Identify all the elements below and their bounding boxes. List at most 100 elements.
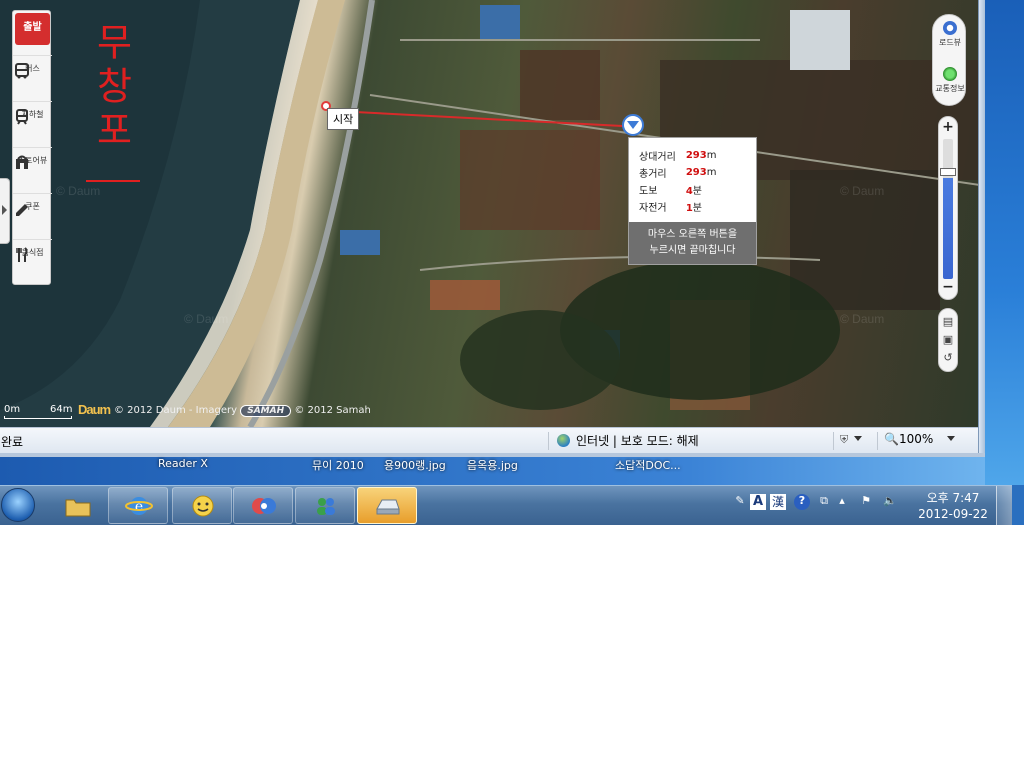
taskbar-active-app[interactable] xyxy=(357,487,417,524)
desktop-icon-label[interactable]: 뮤이 2010 xyxy=(312,457,364,473)
ime-pen-icon[interactable]: ✎ xyxy=(732,494,748,510)
desktop-icon-label[interactable]: 소답적DOC... xyxy=(615,457,681,473)
taskbar-internet-explorer[interactable]: e xyxy=(108,487,168,524)
toolbar-subway[interactable]: 지하철 xyxy=(13,101,52,147)
security-zone[interactable]: 인터넷 | 보호 모드: 해제 xyxy=(548,432,699,450)
taskbar: e ✎ A 漢 ? ⧉ ▴ ⚑ 🔈 오후 7:47 2012-09-22 xyxy=(0,485,1012,525)
taskbar-messenger-1[interactable] xyxy=(172,487,232,524)
bus-icon xyxy=(15,63,29,79)
desktop-icon-label[interactable]: 용900랭.jpg xyxy=(384,457,446,473)
taskbar-clock[interactable]: 오후 7:47 2012-09-22 xyxy=(914,490,992,522)
toolbar-storeview[interactable]: 스토어뷰 xyxy=(13,147,52,193)
desktop-icons-row: Reader X 뮤이 2010 용900랭.jpg 음옥용.jpg 소답적DO… xyxy=(0,457,985,485)
coupon-icon xyxy=(16,204,28,216)
panel-toggle-handle[interactable] xyxy=(0,178,10,244)
chat-icon xyxy=(252,498,276,514)
pin-arrow-icon xyxy=(627,121,639,129)
zoom-in-button[interactable]: + xyxy=(941,120,955,135)
ie-icon: e xyxy=(125,497,153,515)
distance-label: 자전거 xyxy=(639,203,667,214)
show-desktop-button[interactable] xyxy=(996,486,1012,525)
desktop-screen: © Daum © Daum © Daum © Daum 무창포 출발 버스 지하… xyxy=(0,0,1024,525)
desktop-icon-label[interactable]: 음옥용.jpg xyxy=(467,457,518,473)
globe-icon xyxy=(557,434,570,447)
start-flag-button[interactable]: 출발 xyxy=(15,13,50,45)
scale-end: 64m xyxy=(50,404,73,415)
toolbar-bus[interactable]: 버스 xyxy=(13,55,52,101)
distance-value: 293m xyxy=(685,150,717,161)
samah-logo: SAMAH xyxy=(240,405,292,417)
map-layer-controls: 로드뷰 교통정보 xyxy=(932,14,966,106)
zoom-control: + − xyxy=(938,116,958,300)
roadview-button[interactable]: 로드뷰 xyxy=(933,21,967,48)
taskbar-messenger-2[interactable] xyxy=(233,487,293,524)
map-scale: 0m 64m xyxy=(4,404,72,415)
undo-icon[interactable]: ↺ xyxy=(941,351,955,364)
ime-hanja[interactable]: 漢 xyxy=(770,494,786,510)
map-tools: ▤ ▣ ↺ xyxy=(938,308,958,372)
map-imagery xyxy=(0,0,978,427)
ime-mode-a[interactable]: A xyxy=(750,494,766,510)
desktop-icon-label[interactable]: Reader X xyxy=(158,457,208,470)
distance-row: 도보 4분 xyxy=(639,181,726,198)
desktop-background xyxy=(985,0,1024,485)
daum-logo: Daum xyxy=(78,402,111,417)
distance-label: 총거리 xyxy=(639,169,667,180)
zone-label: 인터넷 | 보호 모드: 해제 xyxy=(576,434,699,448)
magnifier-icon: 🔍 xyxy=(884,432,899,446)
ruler-icon[interactable]: ▤ xyxy=(941,315,955,328)
windows-start-button[interactable] xyxy=(1,488,35,522)
distance-value: 4분 xyxy=(685,186,702,197)
distance-value: 1분 xyxy=(685,203,702,214)
window-frame-right xyxy=(978,0,985,457)
shield-icon: ⛨ xyxy=(840,433,849,446)
status-text: 완료 xyxy=(1,435,24,449)
traffic-icon xyxy=(943,67,957,81)
distance-label: 도보 xyxy=(639,186,658,197)
security-status[interactable]: ⛨ xyxy=(833,432,875,450)
satellite-map[interactable]: © Daum © Daum © Daum © Daum 무창포 출발 버스 지하… xyxy=(0,0,978,427)
browser-status-bar: 완료 인터넷 | 보호 모드: 해제 ⛨ 🔍100% xyxy=(0,427,978,453)
toolbar-coupon[interactable]: 쿠폰 xyxy=(13,193,52,239)
roadview-label: 로드뷰 xyxy=(938,38,962,47)
clock-date: 2012-09-22 xyxy=(918,507,988,521)
zoom-slider-handle[interactable] xyxy=(940,168,956,176)
chevron-up-icon[interactable]: ▴ xyxy=(834,494,850,510)
chevron-down-icon xyxy=(947,436,956,441)
smiley-icon xyxy=(192,495,214,517)
copyright-text: © 2012 Daum - Imagery xyxy=(114,405,238,416)
flag-icon[interactable]: ⚑ xyxy=(858,494,874,510)
toolbar-restaurant[interactable]: 음식점 xyxy=(13,239,52,285)
distance-table: 상대거리 293m 총거리 293m 도보 4분 자전거 1분 xyxy=(639,147,726,215)
scale-bar xyxy=(4,416,72,419)
traffic-label: 교통정보 xyxy=(935,84,965,93)
zoom-slider[interactable] xyxy=(943,139,953,279)
distance-hint: 마우스 오른쪽 버튼을 누르시면 끝마칩니다 xyxy=(629,222,756,264)
taskbar-explorer[interactable] xyxy=(47,487,107,524)
zoom-out-button[interactable]: − xyxy=(941,280,955,295)
handwritten-annotation: 무창포 xyxy=(89,22,133,154)
traffic-button[interactable]: 교통정보 xyxy=(933,67,967,94)
distance-row: 상대거리 293m xyxy=(639,147,726,164)
speaker-icon[interactable]: 🔈 xyxy=(882,494,898,510)
chevron-down-icon xyxy=(854,436,863,441)
handwritten-underline xyxy=(86,180,140,182)
distance-row: 자전거 1분 xyxy=(639,198,726,215)
map-watermark: © Daum xyxy=(840,312,885,326)
taskbar-messenger-3[interactable] xyxy=(295,487,355,524)
distance-value: 293m xyxy=(685,167,717,178)
folder-icon xyxy=(65,499,91,517)
restore-icon[interactable]: ⧉ xyxy=(816,494,832,510)
hint-line: 마우스 오른쪽 버튼을 xyxy=(647,229,738,240)
distance-popup: 상대거리 293m 총거리 293m 도보 4분 자전거 1분 마우스 오른쪽 … xyxy=(628,137,757,265)
help-icon[interactable]: ? xyxy=(794,494,810,510)
area-icon[interactable]: ▣ xyxy=(941,333,955,346)
store-icon xyxy=(16,155,28,169)
hint-line: 누르시면 끝마칩니다 xyxy=(649,245,736,256)
map-copyright: © 2012 Daum - Imagery SAMAH © 2012 Samah xyxy=(114,405,371,417)
page-zoom[interactable]: 🔍100% xyxy=(877,432,967,450)
end-marker[interactable] xyxy=(622,114,644,136)
distance-row: 총거리 293m xyxy=(639,164,726,181)
map-watermark: © Daum xyxy=(56,184,101,198)
start-marker-label: 시작 xyxy=(327,108,360,130)
